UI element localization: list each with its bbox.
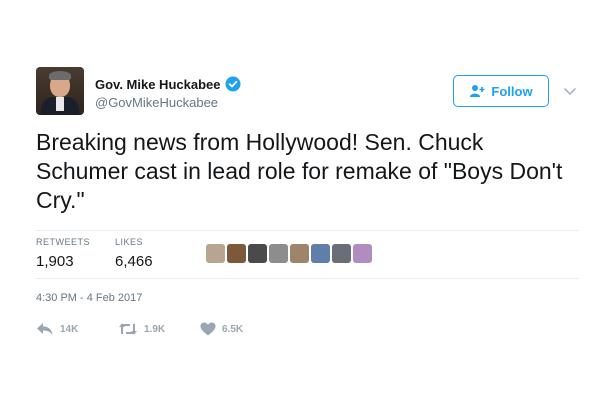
liker-avatar[interactable] (332, 244, 351, 263)
follow-button-label: Follow (491, 83, 533, 99)
chevron-down-icon[interactable] (563, 84, 577, 96)
like-count: 6.5K (222, 323, 244, 335)
likes-label: LIKES (115, 237, 144, 247)
reply-count: 14K (60, 323, 79, 335)
retweet-button[interactable]: 1.9K (118, 322, 200, 336)
avatar-hair (49, 71, 71, 80)
retweets-value: 1,903 (36, 253, 74, 270)
author-name-row: Gov. Mike Huckabee (95, 76, 241, 92)
liker-avatar[interactable] (227, 244, 246, 263)
tweet-text: Breaking news from Hollywood! Sen. Chuck… (36, 129, 563, 213)
tweet-actions: 14K 1.9K 6.5K (36, 322, 282, 336)
retweets-stat[interactable]: RETWEETS 1,903 (36, 237, 90, 270)
like-button[interactable]: 6.5K (200, 322, 282, 336)
liker-avatar[interactable] (248, 244, 267, 263)
liker-avatars (206, 244, 372, 263)
avatar[interactable] (36, 67, 84, 115)
liker-avatar[interactable] (290, 244, 309, 263)
liker-avatar[interactable] (353, 244, 372, 263)
likes-stat[interactable]: LIKES 6,466 (115, 237, 153, 270)
liker-avatar[interactable] (206, 244, 225, 263)
verified-badge-icon (225, 76, 241, 92)
divider-top (36, 230, 578, 231)
avatar-shirt (56, 97, 64, 111)
author-handle[interactable]: @GovMikeHuckabee (95, 95, 218, 110)
tweet-timestamp[interactable]: 4:30 PM - 4 Feb 2017 (36, 292, 142, 304)
heart-icon (200, 322, 216, 336)
retweets-label: RETWEETS (36, 237, 91, 247)
liker-avatar[interactable] (269, 244, 288, 263)
retweet-count: 1.9K (144, 323, 166, 335)
add-user-icon (469, 84, 485, 98)
follow-button[interactable]: Follow (453, 75, 549, 107)
divider-bottom (36, 278, 578, 279)
retweet-icon (119, 323, 137, 335)
author-display-name[interactable]: Gov. Mike Huckabee (95, 77, 220, 92)
likes-value: 6,466 (115, 253, 153, 270)
tweet-card: Gov. Mike Huckabee @GovMikeHuckabee Foll… (0, 0, 615, 412)
reply-icon (37, 323, 53, 335)
liker-avatar[interactable] (311, 244, 330, 263)
reply-button[interactable]: 14K (36, 322, 118, 336)
